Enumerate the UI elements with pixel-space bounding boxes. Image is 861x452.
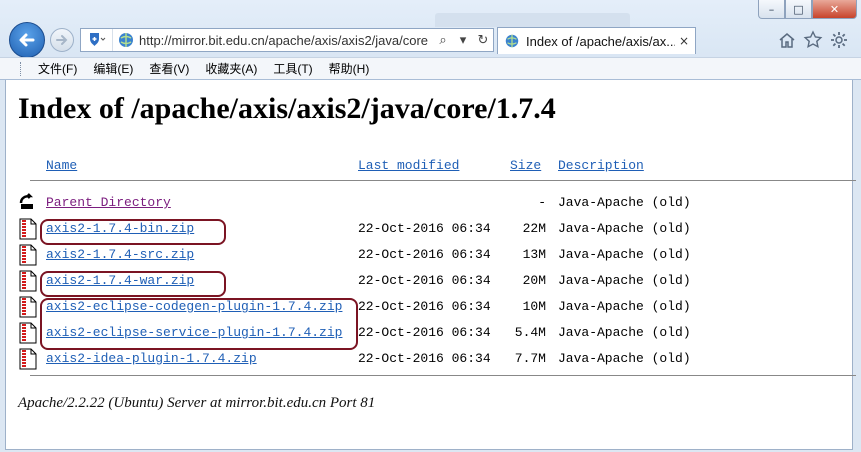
forward-arrow-icon — [56, 35, 68, 45]
entry-modified: 22-Oct-2016 06:34 — [358, 325, 491, 340]
directory-listing: Name Last modified Size Description Pare… — [18, 158, 856, 376]
settings-gear-icon[interactable] — [829, 30, 849, 50]
menu-file[interactable]: 文件(F) — [30, 60, 85, 77]
highlight-outline-bin — [40, 219, 226, 245]
sort-by-size-link[interactable]: Size — [510, 158, 541, 173]
back-folder-icon — [19, 193, 34, 209]
page-content: Index of /apache/axis/axis2/java/core/1.… — [5, 80, 856, 450]
dropdown-chevron-icon[interactable]: ▾ — [453, 29, 473, 51]
compressed-file-icon — [19, 348, 37, 370]
entry-name-link[interactable]: axis2-1.7.4-src.zip — [46, 247, 194, 262]
entry-modified: 22-Oct-2016 06:34 — [358, 273, 491, 288]
entry-description: Java-Apache (old) — [558, 247, 691, 262]
entry-description: Java-Apache (old) — [558, 351, 691, 366]
listing-header: Name Last modified Size Description — [18, 158, 844, 180]
sort-by-description-link[interactable]: Description — [558, 158, 644, 173]
entry-size: 10M — [522, 299, 546, 314]
toolbar-icons — [777, 30, 849, 50]
minimize-button[interactable]: – — [758, 0, 785, 19]
entry-modified: 22-Oct-2016 06:34 — [358, 299, 491, 314]
highlight-outline-eclipse-plugins — [40, 298, 358, 350]
forward-button[interactable] — [50, 28, 74, 52]
entry-description: Java-Apache (old) — [558, 221, 691, 236]
tab-title: Index of /apache/axis/ax... — [526, 33, 675, 49]
compressed-file-icon — [19, 244, 37, 266]
entry-size: - — [538, 195, 546, 210]
close-button[interactable]: ✕ — [812, 0, 857, 19]
back-button[interactable] — [9, 22, 45, 58]
entry-name-link[interactable]: Parent Directory — [46, 195, 171, 210]
list-item: axis2-1.7.4-src.zip 22-Oct-2016 06:34 13… — [18, 243, 844, 269]
menu-favorites[interactable]: 收藏夹(A) — [197, 60, 265, 77]
entry-modified: 22-Oct-2016 06:34 — [358, 221, 491, 236]
window-controls: – □ ✕ — [758, 0, 857, 19]
highlight-outline-war — [40, 271, 226, 297]
toolbar-grip — [20, 61, 24, 76]
tab-favicon-icon — [505, 34, 519, 48]
entry-description: Java-Apache (old) — [558, 325, 691, 340]
list-item: Parent Directory - Java-Apache (old) — [18, 191, 844, 217]
entry-size: 7.7M — [514, 351, 546, 366]
tab-active[interactable]: Index of /apache/axis/ax... × — [497, 27, 696, 54]
server-signature: Apache/2.2.22 (Ubuntu) Server at mirror.… — [18, 395, 376, 411]
menu-bar: 文件(F) 编辑(E) 查看(V) 收藏夹(A) 工具(T) 帮助(H) — [0, 57, 861, 79]
compressed-file-icon — [19, 270, 37, 292]
entry-description: Java-Apache (old) — [558, 273, 691, 288]
entry-modified: 22-Oct-2016 06:34 — [358, 247, 491, 262]
footer-divider — [30, 375, 856, 376]
compat-shield-icon[interactable] — [81, 29, 113, 51]
url-text[interactable]: http://mirror.bit.edu.cn/apache/axis/axi… — [139, 33, 433, 48]
compressed-file-icon — [19, 296, 37, 318]
menu-help[interactable]: 帮助(H) — [321, 60, 378, 77]
address-bar[interactable]: http://mirror.bit.edu.cn/apache/axis/axi… — [80, 28, 494, 52]
search-icon[interactable]: ⌕ — [433, 29, 453, 51]
page-title: Index of /apache/axis/axis2/java/core/1.… — [18, 92, 556, 125]
compressed-file-icon — [19, 322, 37, 344]
favorites-star-icon[interactable] — [803, 30, 823, 50]
entry-size: 13M — [522, 247, 546, 262]
menu-tools[interactable]: 工具(T) — [265, 60, 320, 77]
menu-edit[interactable]: 编辑(E) — [85, 60, 141, 77]
menu-view[interactable]: 查看(V) — [141, 60, 197, 77]
browser-chrome: – □ ✕ http://mirror.bit.edu.cn/apache/ax… — [0, 0, 861, 80]
home-icon[interactable] — [777, 30, 797, 50]
entry-size: 22M — [522, 221, 546, 236]
list-item: axis2-idea-plugin-1.7.4.zip 22-Oct-2016 … — [18, 347, 844, 373]
sort-by-name-link[interactable]: Name — [46, 158, 77, 173]
background-tab-ghost — [435, 13, 630, 27]
refresh-icon[interactable]: ↻ — [473, 29, 493, 51]
entry-description: Java-Apache (old) — [558, 299, 691, 314]
entry-description: Java-Apache (old) — [558, 195, 691, 210]
tab-close-icon[interactable]: × — [679, 34, 689, 48]
entry-name-link[interactable]: axis2-idea-plugin-1.7.4.zip — [46, 351, 257, 366]
entry-size: 5.4M — [514, 325, 546, 340]
site-favicon-icon — [119, 33, 133, 47]
sort-by-modified-link[interactable]: Last modified — [358, 158, 459, 173]
back-arrow-icon — [19, 33, 35, 47]
maximize-button[interactable]: □ — [785, 0, 812, 19]
entry-size: 20M — [522, 273, 546, 288]
entry-modified: 22-Oct-2016 06:34 — [358, 351, 491, 366]
compressed-file-icon — [19, 218, 37, 240]
